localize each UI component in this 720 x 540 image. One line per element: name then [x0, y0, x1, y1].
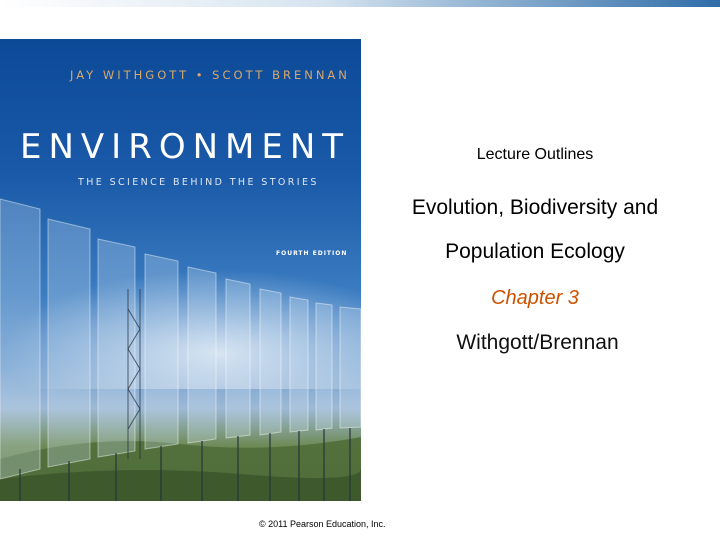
- book-cover-image: JAY WITHGOTT • SCOTT BRENNAN ENVIRONMENT…: [0, 39, 361, 501]
- cover-subtitle-text: THE SCIENCE BEHIND THE STORIES: [78, 177, 319, 188]
- chapter-label: Chapter 3: [491, 287, 579, 309]
- cover-solar-mirrors-illustration: [0, 198, 361, 501]
- slide-title-line2: Population Ecology: [445, 240, 625, 263]
- copyright-notice: © 2011 Pearson Education, Inc.: [259, 519, 386, 529]
- authors-label: Withgott/Brennan: [456, 331, 619, 354]
- lecture-outlines-label: Lecture Outlines: [476, 146, 594, 163]
- cover-title-text: ENVIRONMENT: [20, 127, 351, 167]
- slide-title-line1: Evolution, Biodiversity and: [411, 196, 659, 219]
- top-accent-bar: [0, 0, 720, 7]
- cover-authors-text: JAY WITHGOTT • SCOTT BRENNAN: [70, 68, 350, 82]
- cover-edition-text: FOURTH EDITION: [276, 250, 348, 257]
